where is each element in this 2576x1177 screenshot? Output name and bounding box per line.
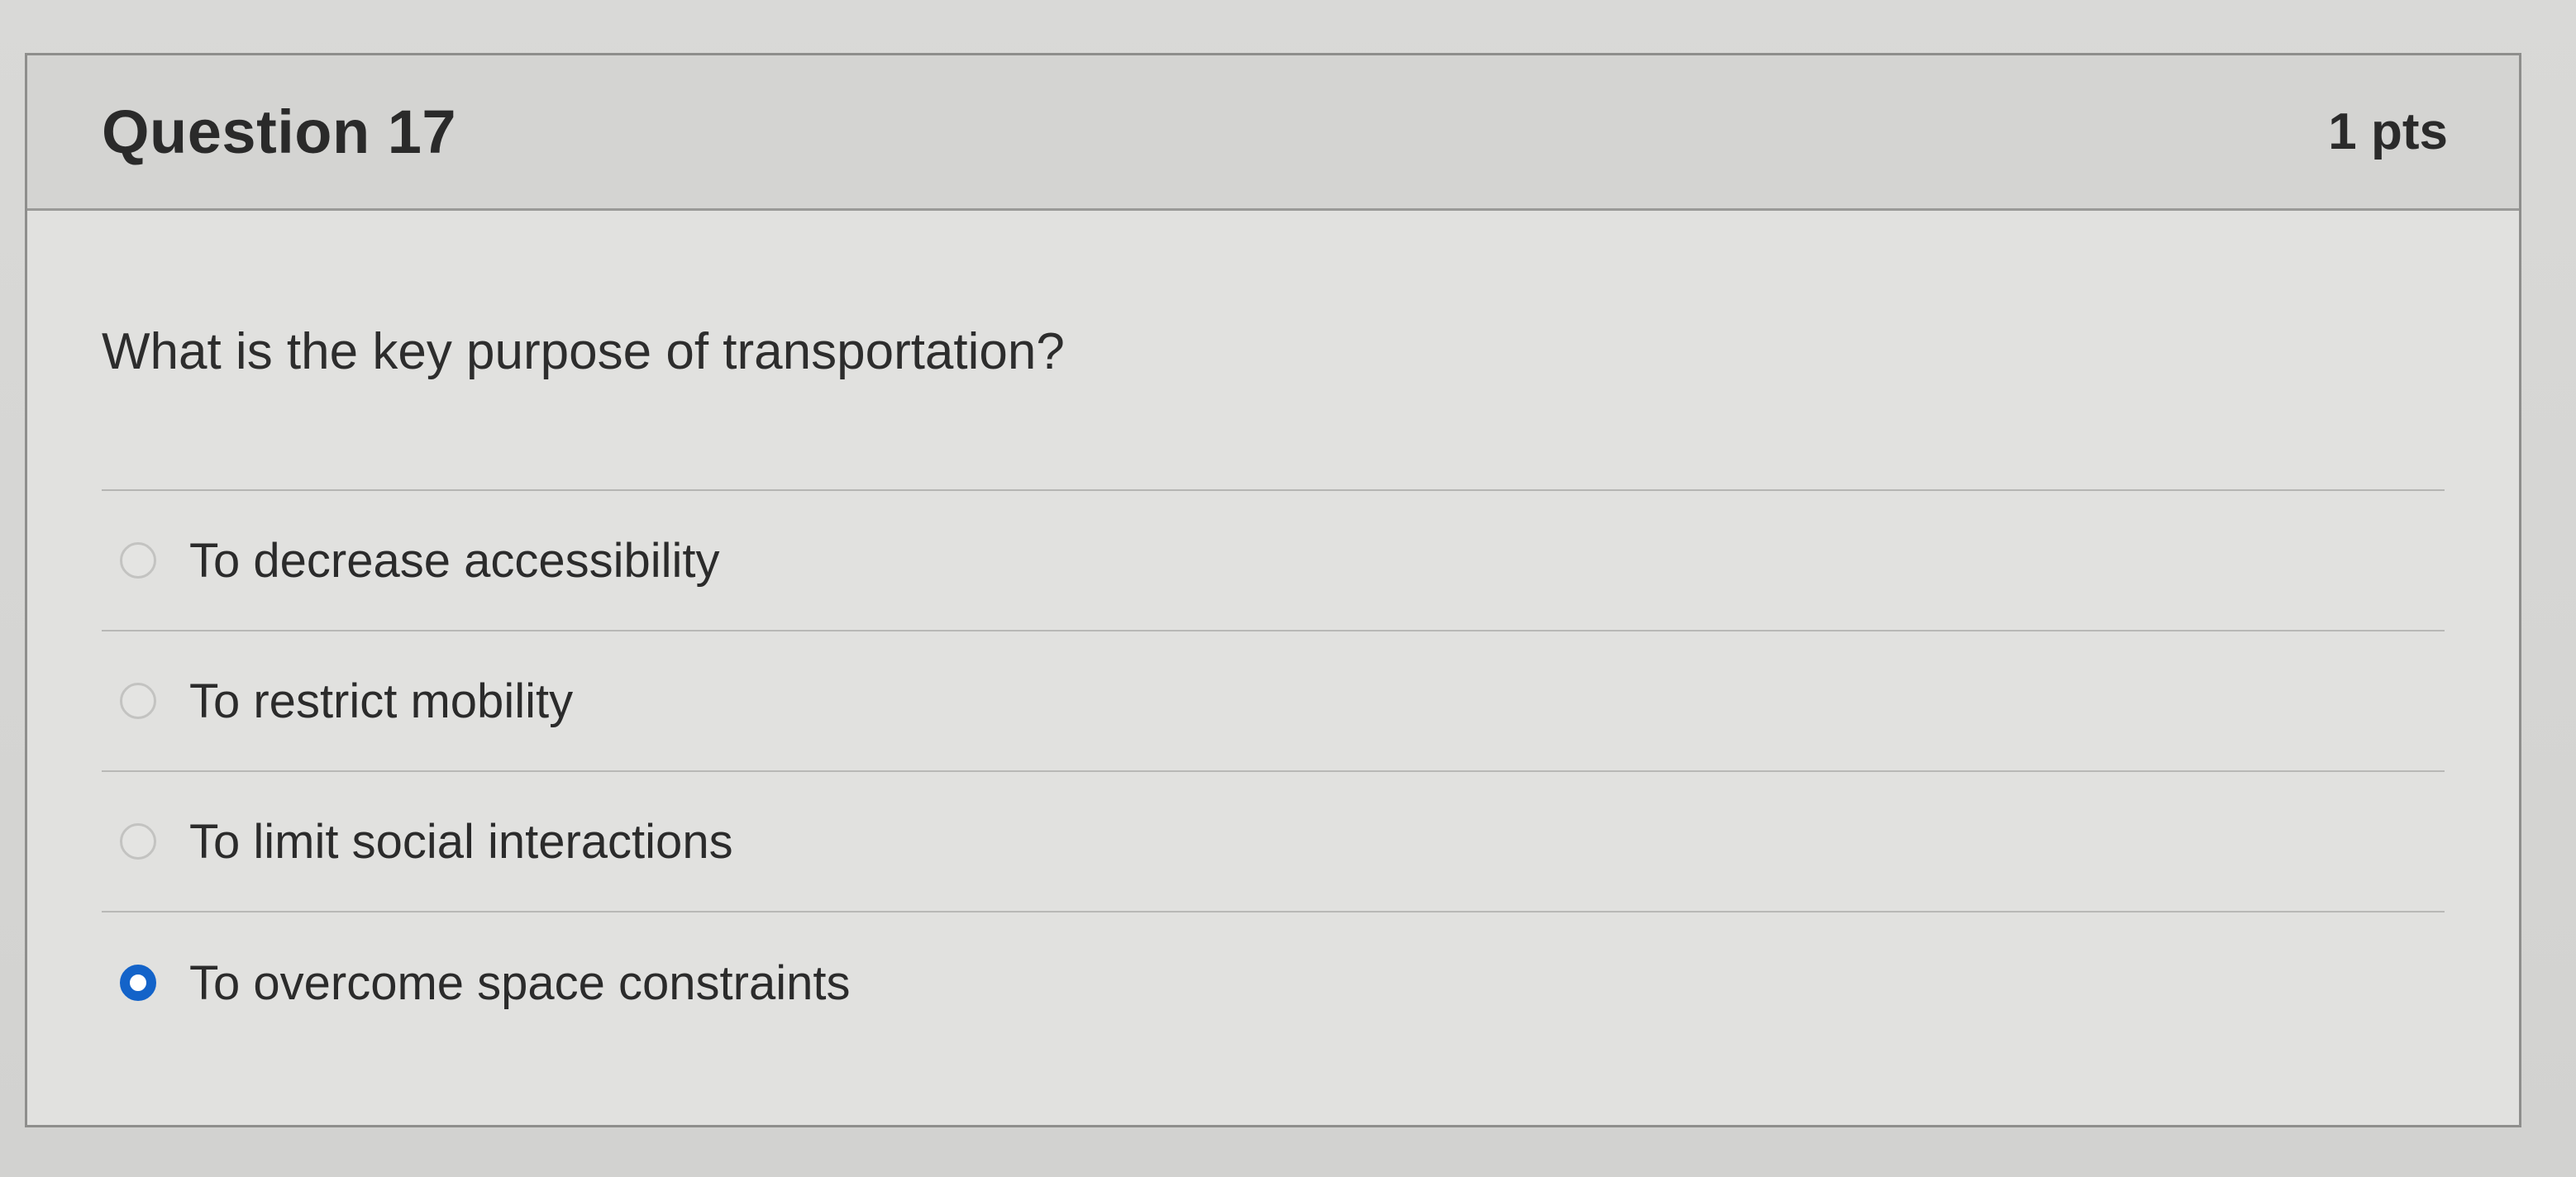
answer-option-limit-social-interactions[interactable]: To limit social interactions bbox=[102, 772, 2445, 913]
question-body: What is the key purpose of transportatio… bbox=[27, 326, 2519, 1053]
radio-button[interactable] bbox=[120, 823, 156, 860]
radio-button[interactable] bbox=[120, 683, 156, 719]
question-card: Question 17 1 pts What is the key purpos… bbox=[25, 53, 2521, 1127]
answer-option-decrease-accessibility[interactable]: To decrease accessibility bbox=[102, 491, 2445, 631]
question-text: What is the key purpose of transportatio… bbox=[102, 323, 1065, 380]
answer-label: To limit social interactions bbox=[189, 814, 733, 869]
answer-label: To decrease accessibility bbox=[189, 533, 720, 588]
question-title: Question 17 bbox=[102, 98, 457, 166]
answer-option-restrict-mobility[interactable]: To restrict mobility bbox=[102, 631, 2445, 772]
answer-list: To decrease accessibility To restrict mo… bbox=[102, 489, 2445, 1053]
question-header: Question 17 1 pts bbox=[27, 55, 2519, 211]
answer-label: To restrict mobility bbox=[189, 674, 574, 728]
radio-button[interactable] bbox=[120, 542, 156, 579]
answer-option-overcome-space-constraints[interactable]: To overcome space constraints bbox=[102, 913, 2445, 1053]
radio-button[interactable] bbox=[120, 965, 156, 1001]
page: Question 17 1 pts What is the key purpos… bbox=[0, 0, 2576, 1177]
answer-label: To overcome space constraints bbox=[189, 955, 851, 1010]
question-points: 1 pts bbox=[2328, 103, 2448, 160]
